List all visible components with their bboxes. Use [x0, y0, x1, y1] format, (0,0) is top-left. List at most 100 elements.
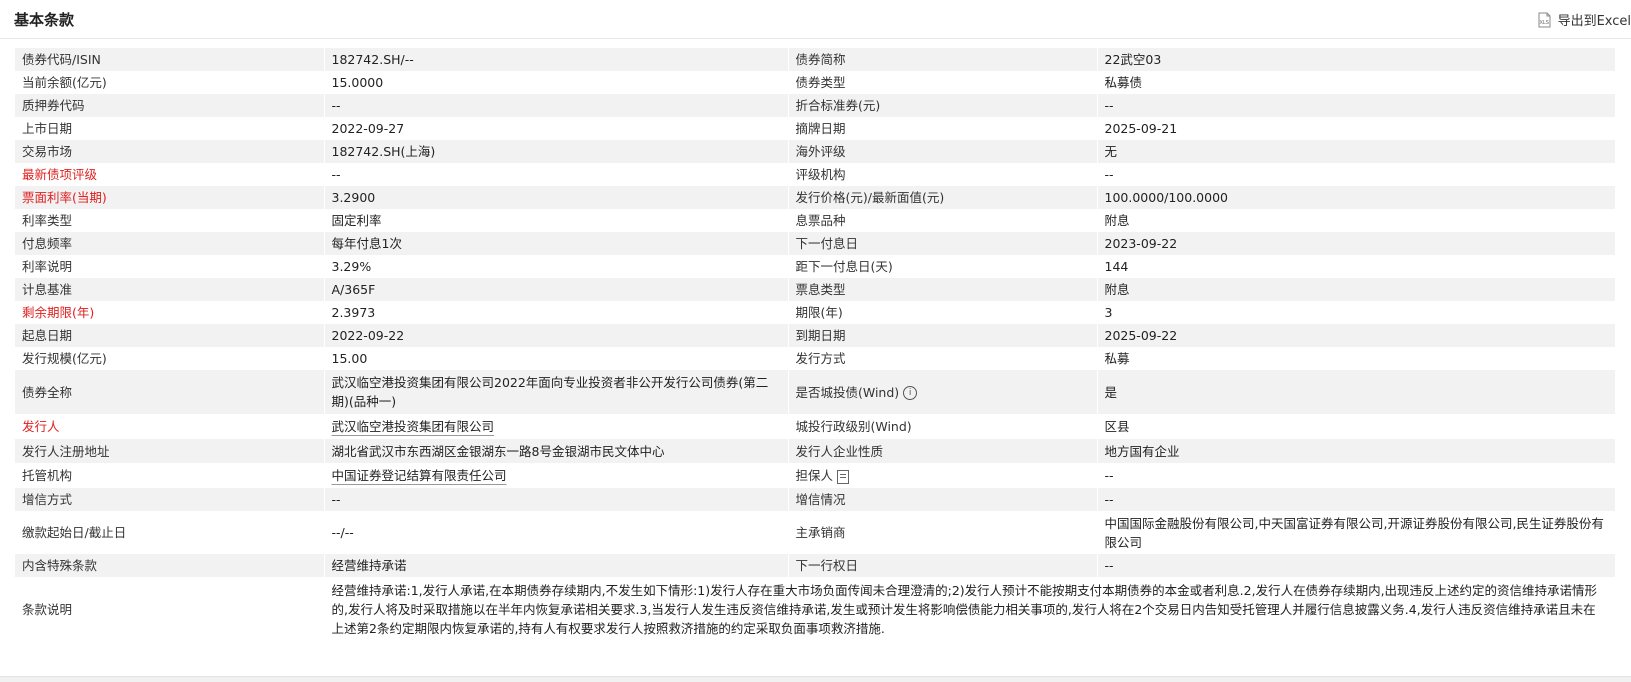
- row-value: 湖北省武汉市东西湖区金银湖东一路8号金银湖市民文体中心: [324, 439, 789, 463]
- table-row: 质押券代码 -- 折合标准券(元) --: [15, 94, 1616, 117]
- row-label: 主承销商: [788, 511, 1098, 554]
- row-label: 距下一付息日(天): [788, 255, 1098, 278]
- row-label: 增信方式: [15, 488, 325, 511]
- row-value: 附息: [1097, 278, 1616, 301]
- row-value: 地方国有企业: [1097, 439, 1616, 463]
- row-label: 内含特殊条款: [15, 554, 325, 577]
- table-row: 利率说明 3.29% 距下一付息日(天) 144: [15, 255, 1616, 278]
- row-value: 中国国际金融股份有限公司,中天国富证券有限公司,开源证券股份有限公司,民生证券股…: [1097, 511, 1616, 554]
- row-label-text: 担保人: [795, 468, 834, 483]
- row-value-link[interactable]: 武汉临空港投资集团有限公司: [324, 414, 789, 439]
- row-label: 票息类型: [788, 278, 1098, 301]
- row-label-highlighted[interactable]: 剩余期限(年): [15, 301, 325, 324]
- row-label: 息票品种: [788, 209, 1098, 232]
- custodian-link[interactable]: 中国证券登记结算有限责任公司: [332, 468, 507, 483]
- table-row: 发行人注册地址 湖北省武汉市东西湖区金银湖东一路8号金银湖市民文体中心 发行人企…: [15, 439, 1616, 463]
- row-label: 是否城投债(Wind) i: [788, 370, 1098, 414]
- row-value: 无: [1097, 140, 1616, 163]
- table-row: 上市日期 2022-09-27 摘牌日期 2025-09-21: [15, 117, 1616, 140]
- row-label: 利率说明: [15, 255, 325, 278]
- row-label: 海外评级: [788, 140, 1098, 163]
- table-row: 付息频率 每年付息1次 下一付息日 2023-09-22: [15, 232, 1616, 255]
- row-value: --: [1097, 554, 1616, 577]
- row-label: 摘牌日期: [788, 117, 1098, 140]
- table-row: 缴款起始日/截止日 --/-- 主承销商 中国国际金融股份有限公司,中天国富证券…: [15, 511, 1616, 554]
- row-label: 计息基准: [15, 278, 325, 301]
- row-label: 评级机构: [788, 163, 1098, 186]
- row-value: --: [1097, 463, 1616, 488]
- table-row: 当前余额(亿元) 15.0000 债券类型 私募债: [15, 71, 1616, 94]
- row-label: 质押券代码: [15, 94, 325, 117]
- document-icon[interactable]: [837, 469, 850, 484]
- row-value: --: [324, 163, 789, 186]
- table-row: 债券全称 武汉临空港投资集团有限公司2022年面向专业投资者非公开发行公司债券(…: [15, 370, 1616, 414]
- table-row: 计息基准 A/365F 票息类型 附息: [15, 278, 1616, 301]
- row-value: --: [1097, 94, 1616, 117]
- info-icon[interactable]: i: [903, 386, 918, 400]
- export-excel-button[interactable]: XLS 导出到Excel: [1537, 10, 1631, 29]
- table-row: 利率类型 固定利率 息票品种 附息: [15, 209, 1616, 232]
- row-label: 下一付息日: [788, 232, 1098, 255]
- row-label: 债券全称: [15, 370, 325, 414]
- table-row: 增信方式 -- 增信情况 --: [15, 488, 1616, 511]
- table-row: 发行人 武汉临空港投资集团有限公司 城投行政级别(Wind) 区县: [15, 414, 1616, 439]
- row-label: 发行方式: [788, 347, 1098, 370]
- row-value: 2.3973: [324, 301, 789, 324]
- terms-table: 债券代码/ISIN 182742.SH/-- 债券简称 22武空03 当前余额(…: [15, 48, 1616, 641]
- row-value: 182742.SH(上海): [324, 140, 789, 163]
- row-label-highlighted[interactable]: 发行人: [15, 414, 325, 439]
- row-value: --/--: [324, 511, 789, 554]
- row-label: 发行价格(元)/最新面值(元): [788, 186, 1098, 209]
- row-value: --: [1097, 163, 1616, 186]
- row-value: --: [324, 488, 789, 511]
- row-label: 当前余额(亿元): [15, 71, 325, 94]
- terms-note-label: 条款说明: [15, 577, 325, 641]
- row-value: 私募债: [1097, 71, 1616, 94]
- table-row: 票面利率(当期) 3.2900 发行价格(元)/最新面值(元) 100.0000…: [15, 186, 1616, 209]
- row-value: 私募: [1097, 347, 1616, 370]
- table-row: 托管机构 中国证券登记结算有限责任公司 担保人 --: [15, 463, 1616, 488]
- row-value: 3: [1097, 301, 1616, 324]
- row-value-link[interactable]: 中国证券登记结算有限责任公司: [324, 463, 789, 488]
- row-value: 固定利率: [324, 209, 789, 232]
- row-label: 发行人企业性质: [788, 439, 1098, 463]
- table-row: 发行规模(亿元) 15.00 发行方式 私募: [15, 347, 1616, 370]
- row-label: 缴款起始日/截止日: [15, 511, 325, 554]
- row-value: 15.0000: [324, 71, 789, 94]
- row-label-highlighted[interactable]: 票面利率(当期): [15, 186, 325, 209]
- svg-text:XLS: XLS: [1539, 20, 1548, 26]
- issuer-link[interactable]: 武汉临空港投资集团有限公司: [332, 419, 495, 434]
- table-row: 交易市场 182742.SH(上海) 海外评级 无: [15, 140, 1616, 163]
- row-label: 发行人注册地址: [15, 439, 325, 463]
- row-label: 下一行权日: [788, 554, 1098, 577]
- row-label: 付息频率: [15, 232, 325, 255]
- row-label: 担保人: [788, 463, 1098, 488]
- row-value: 附息: [1097, 209, 1616, 232]
- row-value: --: [324, 94, 789, 117]
- row-label-highlighted[interactable]: 最新债项评级: [15, 163, 325, 186]
- row-label-text: 是否城投债(Wind): [795, 384, 900, 400]
- row-value: 2023-09-22: [1097, 232, 1616, 255]
- row-value: 是: [1097, 370, 1616, 414]
- table-row: 债券代码/ISIN 182742.SH/-- 债券简称 22武空03: [15, 48, 1616, 71]
- table-row: 最新债项评级 -- 评级机构 --: [15, 163, 1616, 186]
- row-label: 期限(年): [788, 301, 1098, 324]
- row-label: 增信情况: [788, 488, 1098, 511]
- table-row: 起息日期 2022-09-22 到期日期 2025-09-22: [15, 324, 1616, 347]
- row-label: 城投行政级别(Wind): [788, 414, 1098, 439]
- row-label: 利率类型: [15, 209, 325, 232]
- row-label: 债券代码/ISIN: [15, 48, 325, 71]
- row-value: 2025-09-21: [1097, 117, 1616, 140]
- row-value: 每年付息1次: [324, 232, 789, 255]
- row-value: A/365F: [324, 278, 789, 301]
- row-value: 2022-09-27: [324, 117, 789, 140]
- row-label: 到期日期: [788, 324, 1098, 347]
- row-value: 2022-09-22: [324, 324, 789, 347]
- table-row: 条款说明 经营维持承诺:1,发行人承诺,在本期债券存续期内,不发生如下情形:1)…: [15, 577, 1616, 641]
- row-label: 折合标准券(元): [788, 94, 1098, 117]
- row-label: 发行规模(亿元): [15, 347, 325, 370]
- row-value: 区县: [1097, 414, 1616, 439]
- row-label: 债券简称: [788, 48, 1098, 71]
- export-label: 导出到Excel: [1557, 14, 1631, 29]
- row-label: 债券类型: [788, 71, 1098, 94]
